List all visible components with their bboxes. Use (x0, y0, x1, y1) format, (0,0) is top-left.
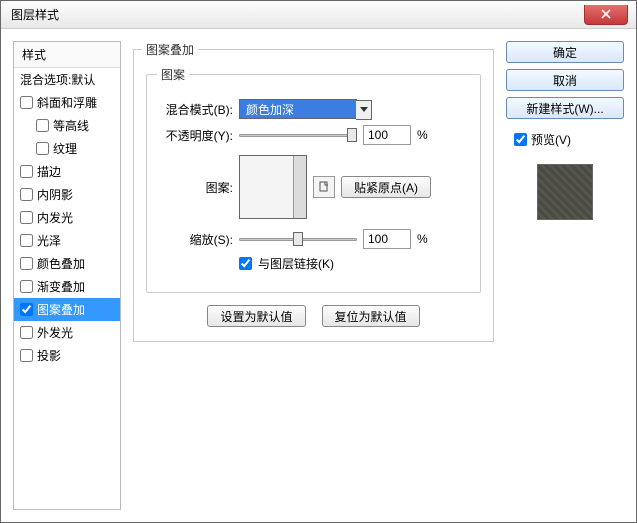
slider-track (239, 134, 357, 137)
sidebar-item-label: 内阴影 (37, 186, 73, 203)
pattern-group: 图案 混合模式(B): 颜色加深 不透明度(Y): (146, 66, 481, 293)
scale-row: 缩放(S): % (161, 229, 466, 249)
pattern-label: 图案: (161, 179, 233, 196)
sidebar-item-4[interactable]: 描边 (14, 160, 120, 183)
inner-legend: 图案 (157, 66, 189, 83)
sidebar-checkbox-8[interactable] (20, 257, 33, 270)
sidebar-checkbox-12[interactable] (20, 349, 33, 362)
sidebar-item-0[interactable]: 混合选项:默认 (14, 68, 120, 91)
sidebar-checkbox-7[interactable] (20, 234, 33, 247)
sidebar-item-8[interactable]: 颜色叠加 (14, 252, 120, 275)
sidebar-item-11[interactable]: 外发光 (14, 321, 120, 344)
preview-checkbox[interactable] (514, 133, 527, 146)
opacity-row: 不透明度(Y): % (161, 125, 466, 145)
ok-button[interactable]: 确定 (506, 41, 624, 63)
sidebar-item-5[interactable]: 内阴影 (14, 183, 120, 206)
blend-mode-row: 混合模式(B): 颜色加深 (161, 99, 466, 119)
sidebar-item-label: 纹理 (53, 140, 77, 157)
scale-unit: % (417, 232, 428, 246)
preview-swatch (537, 164, 593, 220)
right-panel: 确定 取消 新建样式(W)... 预览(V) (506, 41, 624, 510)
outer-legend: 图案叠加 (142, 41, 198, 58)
scale-input[interactable] (363, 229, 411, 249)
cancel-button[interactable]: 取消 (506, 69, 624, 91)
pattern-row: 图案: 贴紧原点(A) (161, 155, 466, 219)
create-pattern-button[interactable] (313, 176, 335, 198)
blend-mode-select[interactable]: 颜色加深 (239, 99, 357, 119)
sidebar-item-label: 光泽 (37, 232, 61, 249)
sidebar-item-9[interactable]: 渐变叠加 (14, 275, 120, 298)
sidebar-checkbox-11[interactable] (20, 326, 33, 339)
window-title: 图层样式 (11, 6, 59, 23)
sidebar-checkbox-5[interactable] (20, 188, 33, 201)
sidebar-item-label: 投影 (37, 347, 61, 364)
sidebar-item-label: 斜面和浮雕 (37, 94, 97, 111)
sidebar-item-label: 外发光 (37, 324, 73, 341)
sidebar-header: 样式 (14, 42, 120, 68)
sidebar-item-label: 图案叠加 (37, 301, 85, 318)
sidebar-item-label: 颜色叠加 (37, 255, 85, 272)
main-panel: 图案叠加 图案 混合模式(B): 颜色加深 不透明度(Y): (133, 41, 494, 510)
new-doc-icon (318, 181, 330, 193)
sidebar-checkbox-2[interactable] (36, 119, 49, 132)
blend-mode-label: 混合模式(B): (161, 101, 233, 118)
link-layer-checkbox[interactable] (239, 257, 252, 270)
scale-label: 缩放(S): (161, 231, 233, 248)
link-row: 与图层链接(K) (239, 255, 466, 272)
pattern-picker[interactable] (239, 155, 307, 219)
slider-thumb[interactable] (347, 128, 357, 142)
sidebar-item-12[interactable]: 投影 (14, 344, 120, 367)
sidebar-checkbox-10[interactable] (20, 303, 33, 316)
close-icon (601, 9, 611, 19)
preview-label: 预览(V) (531, 131, 571, 148)
opacity-unit: % (417, 128, 428, 142)
styles-sidebar: 样式 混合选项:默认斜面和浮雕等高线纹理描边内阴影内发光光泽颜色叠加渐变叠加图案… (13, 41, 121, 510)
slider-thumb[interactable] (293, 232, 303, 246)
sidebar-checkbox-9[interactable] (20, 280, 33, 293)
scale-slider[interactable] (239, 230, 357, 248)
sidebar-checkbox-6[interactable] (20, 211, 33, 224)
sidebar-item-label: 渐变叠加 (37, 278, 85, 295)
layer-style-dialog: 图层样式 样式 混合选项:默认斜面和浮雕等高线纹理描边内阴影内发光光泽颜色叠加渐… (0, 0, 637, 523)
sidebar-item-10[interactable]: 图案叠加 (14, 298, 120, 321)
opacity-input[interactable] (363, 125, 411, 145)
link-layer-label: 与图层链接(K) (258, 255, 334, 272)
sidebar-item-label: 等高线 (53, 117, 89, 134)
blend-mode-value: 颜色加深 (246, 101, 294, 118)
set-default-button[interactable]: 设置为默认值 (207, 305, 305, 327)
sidebar-checkbox-4[interactable] (20, 165, 33, 178)
sidebar-item-label: 描边 (37, 163, 61, 180)
sidebar-item-6[interactable]: 内发光 (14, 206, 120, 229)
sidebar-item-3[interactable]: 纹理 (14, 137, 120, 160)
titlebar: 图层样式 (1, 1, 636, 29)
opacity-slider[interactable] (239, 126, 357, 144)
snap-origin-button[interactable]: 贴紧原点(A) (341, 176, 431, 198)
defaults-row: 设置为默认值 复位为默认值 (146, 305, 481, 327)
new-style-button[interactable]: 新建样式(W)... (506, 97, 624, 119)
content-area: 样式 混合选项:默认斜面和浮雕等高线纹理描边内阴影内发光光泽颜色叠加渐变叠加图案… (1, 29, 636, 522)
sidebar-checkbox-3[interactable] (36, 142, 49, 155)
opacity-label: 不透明度(Y): (161, 127, 233, 144)
sidebar-item-label: 混合选项:默认 (20, 71, 95, 88)
reset-default-button[interactable]: 复位为默认值 (322, 305, 420, 327)
sidebar-item-label: 内发光 (37, 209, 73, 226)
sidebar-checkbox-1[interactable] (20, 96, 33, 109)
sidebar-item-1[interactable]: 斜面和浮雕 (14, 91, 120, 114)
chevron-down-icon (356, 100, 372, 120)
sidebar-item-2[interactable]: 等高线 (14, 114, 120, 137)
sidebar-item-7[interactable]: 光泽 (14, 229, 120, 252)
pattern-overlay-group: 图案叠加 图案 混合模式(B): 颜色加深 不透明度(Y): (133, 41, 494, 342)
close-button[interactable] (584, 5, 628, 25)
preview-row: 预览(V) (514, 131, 624, 148)
